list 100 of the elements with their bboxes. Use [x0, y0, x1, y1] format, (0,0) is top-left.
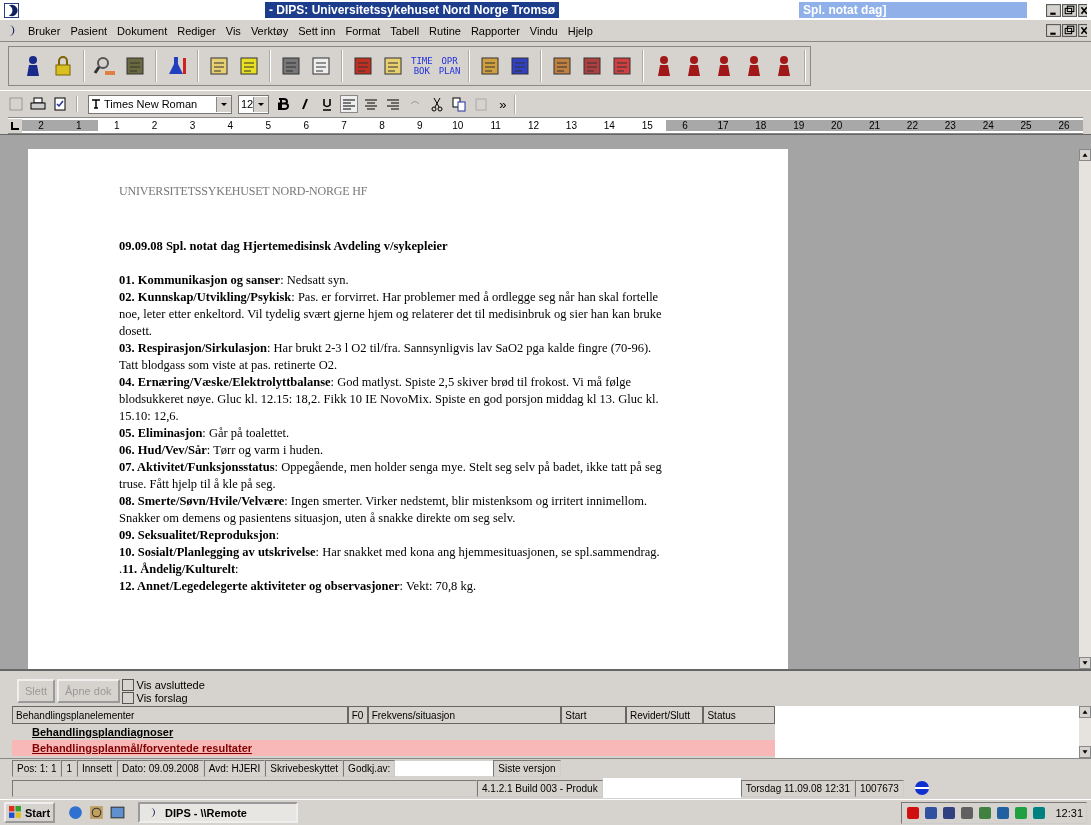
start-button[interactable]: Start [4, 802, 56, 823]
plan-row[interactable]: Behandlingsplandiagnoser [12, 724, 775, 740]
note-paragraph: 04. Ernæring/Væske/Elektrolyttbalanse: God matlyst. Spiste 2,5 skiver brød til frokost. Vi må følge blodsukkeret nøye. Gluc kl. 12.15: 18,2. Fikk 10 IE NovoMix. Spiste en god porsjon middag kl 13. Gluc kl. 15.10: 12,6. [119, 374, 660, 425]
ruler-number: 19 [779, 120, 818, 131]
column-header[interactable]: F0 [347, 706, 368, 724]
truetype-font-icon [91, 99, 101, 109]
checkbox[interactable] [121, 678, 134, 691]
align-right-icon[interactable] [385, 96, 402, 112]
note-paragraph: 09. Seksualitet/Reproduksjon: [119, 527, 281, 544]
document-title: 09.09.08 Spl. notat dag Hjertemedisinsk Avdeling v/sykepleier [119, 238, 449, 255]
menu-item[interactable]: Tabell [385, 24, 425, 37]
ruler-number: 23 [931, 120, 970, 131]
status-field: Avd: HJERI [203, 759, 266, 777]
ruler-number: 12 [526, 120, 541, 131]
checkbox[interactable] [121, 691, 134, 704]
status-field: Godkj.av: [343, 759, 396, 777]
column-header[interactable]: Frekvens/situasjon [367, 706, 562, 724]
menu-item[interactable]: Hjelp [562, 24, 598, 37]
menu-item[interactable]: Format [340, 24, 386, 37]
taskbar-button[interactable]: DIPS - \\Remote [138, 802, 299, 823]
clock: 12:31 [1055, 806, 1083, 819]
menu-item[interactable]: Sett inn [293, 24, 341, 37]
restore-icon[interactable] [1062, 24, 1077, 37]
note-paragraph: 03. Respirasjon/Sirkulasjon: Har brukt 2-3 l O2 til/fra. Sannsynligvis lav SaO2 pga kalde fingre (70-96). Tatt blodgass som viste at pas. retinerte O2. [119, 340, 653, 374]
font-size-dropdown[interactable]: 12 [238, 94, 270, 114]
restore-icon[interactable] [1062, 3, 1077, 17]
align-center-icon[interactable] [363, 96, 380, 112]
checklist-icon[interactable] [52, 96, 68, 112]
page-icon[interactable] [309, 54, 333, 78]
ruler-number: 17 [704, 120, 742, 131]
status-field: Skrivebeskyttet [265, 759, 344, 777]
clock-icon[interactable] [88, 804, 106, 821]
menu-item[interactable]: Vis [220, 24, 246, 37]
bold-icon[interactable] [275, 96, 292, 112]
font-dropdown[interactable]: Times New Roman [88, 94, 232, 114]
checkbox-label: Vis forslag [136, 691, 188, 704]
tray-icon[interactable] [1031, 804, 1048, 821]
ruler-number: 3 [188, 120, 197, 131]
plan-row[interactable]: Behandlingsplanmål/forventede resultater [12, 740, 775, 756]
note-paragraph: 05. Eliminasjon: Går på toalettet. [119, 425, 291, 442]
status-field: Dato: 09.09.2008 [117, 759, 204, 777]
note-paragraph: 01. Kommunikasjon og sanser: Nedsatt syn. [119, 272, 350, 289]
menu-item[interactable]: Pasient [65, 24, 113, 37]
more-button[interactable]: » [499, 96, 507, 112]
tray-icon[interactable] [959, 804, 976, 821]
column-header[interactable]: Status [703, 706, 775, 724]
minimize-icon[interactable] [1046, 3, 1061, 17]
toolbar-button[interactable]: OPR PLAN [438, 56, 461, 76]
note-paragraph: 02. Kunnskap/Utvikling/Psykisk: Pas. er forvirret. Har problemer med å ordlegge seg når han skal fortelle noe, leter etter enkeltord. Vil tydelig svært gjerne hjem og relaterer det til medisinbruk og sier han kan bruke dosett. [119, 289, 663, 340]
cut-icon[interactable] [429, 96, 446, 112]
menu-item[interactable]: Rapporter [465, 24, 525, 37]
status-field: Torsdag 11.09.08 12:31 [740, 779, 855, 797]
ruler-number: 24 [969, 120, 1008, 131]
ruler-number: 9 [416, 120, 424, 131]
ruler-number: 20 [817, 120, 856, 131]
menu-item[interactable]: Dokument [112, 24, 173, 37]
scroll-up-icon[interactable] [1079, 706, 1091, 718]
scroll-up-icon[interactable] [1079, 149, 1091, 161]
close-icon[interactable] [1078, 24, 1087, 37]
scroll-down-icon[interactable] [1079, 746, 1091, 758]
toolbar-button[interactable]: TIME BOK [411, 56, 433, 76]
copy-icon[interactable] [451, 96, 468, 112]
ruler-number: 8 [378, 120, 386, 131]
search-icon[interactable] [93, 54, 117, 78]
tray-icon[interactable] [995, 804, 1012, 821]
minimize-icon[interactable] [1046, 24, 1061, 37]
scroll-down-icon[interactable] [1079, 657, 1091, 669]
menu-item[interactable]: Bruker [23, 24, 66, 37]
tray-icon[interactable] [923, 804, 940, 821]
ruler-number: 14 [602, 120, 616, 131]
menu-item[interactable]: Verktøy [245, 24, 294, 37]
align-left-icon[interactable] [341, 96, 358, 112]
menu-item[interactable]: Rutine [424, 24, 466, 37]
menu-item[interactable]: Vindu [524, 24, 563, 37]
close-icon[interactable] [1078, 3, 1087, 17]
column-header[interactable]: Behandlingsplanelementer [12, 706, 348, 724]
tray-icon[interactable] [941, 804, 958, 821]
column-header[interactable]: Revidert/Slutt [625, 706, 704, 724]
status-field: 1007673 [855, 779, 904, 797]
tray-icon[interactable] [905, 804, 922, 821]
ruler-number: 1 [112, 120, 121, 131]
plan-element-link[interactable]: Behandlingsplanmål/forventede resultater [32, 742, 253, 754]
ruler-number: 10 [451, 120, 465, 131]
vertical-scrollbar[interactable] [1079, 149, 1091, 669]
window-title: - DIPS: Universitetssykehuset Nord Norge Tromsø [265, 2, 560, 18]
desktop-icon[interactable] [109, 804, 127, 821]
note-paragraph: .11. Åndelig/Kulturelt: [119, 561, 240, 578]
ruler-number: 18 [741, 120, 780, 131]
ruler-number: 2 [22, 120, 60, 131]
menu-item[interactable]: Rediger [172, 24, 221, 37]
checkbox-label: Vis avsluttede [136, 678, 205, 691]
tab-stop-icon[interactable] [8, 118, 22, 133]
browser-icon[interactable] [67, 804, 85, 821]
document-header: UNIVERSITETSSYKEHUSET NORD-NORGE HF [119, 183, 369, 200]
note-paragraph: 06. Hud/Vev/Sår: Tørr og varm i huden. [119, 442, 325, 459]
plan-element-link[interactable]: Behandlingsplandiagnoser [32, 726, 174, 738]
tray-icon[interactable] [977, 804, 994, 821]
note-paragraph: 12. Annet/Legedelegerte aktiviteter og observasjoner: Vekt: 70,8 kg. [119, 578, 478, 595]
vertical-scrollbar[interactable] [1079, 706, 1091, 758]
column-header[interactable]: Start [561, 706, 626, 724]
